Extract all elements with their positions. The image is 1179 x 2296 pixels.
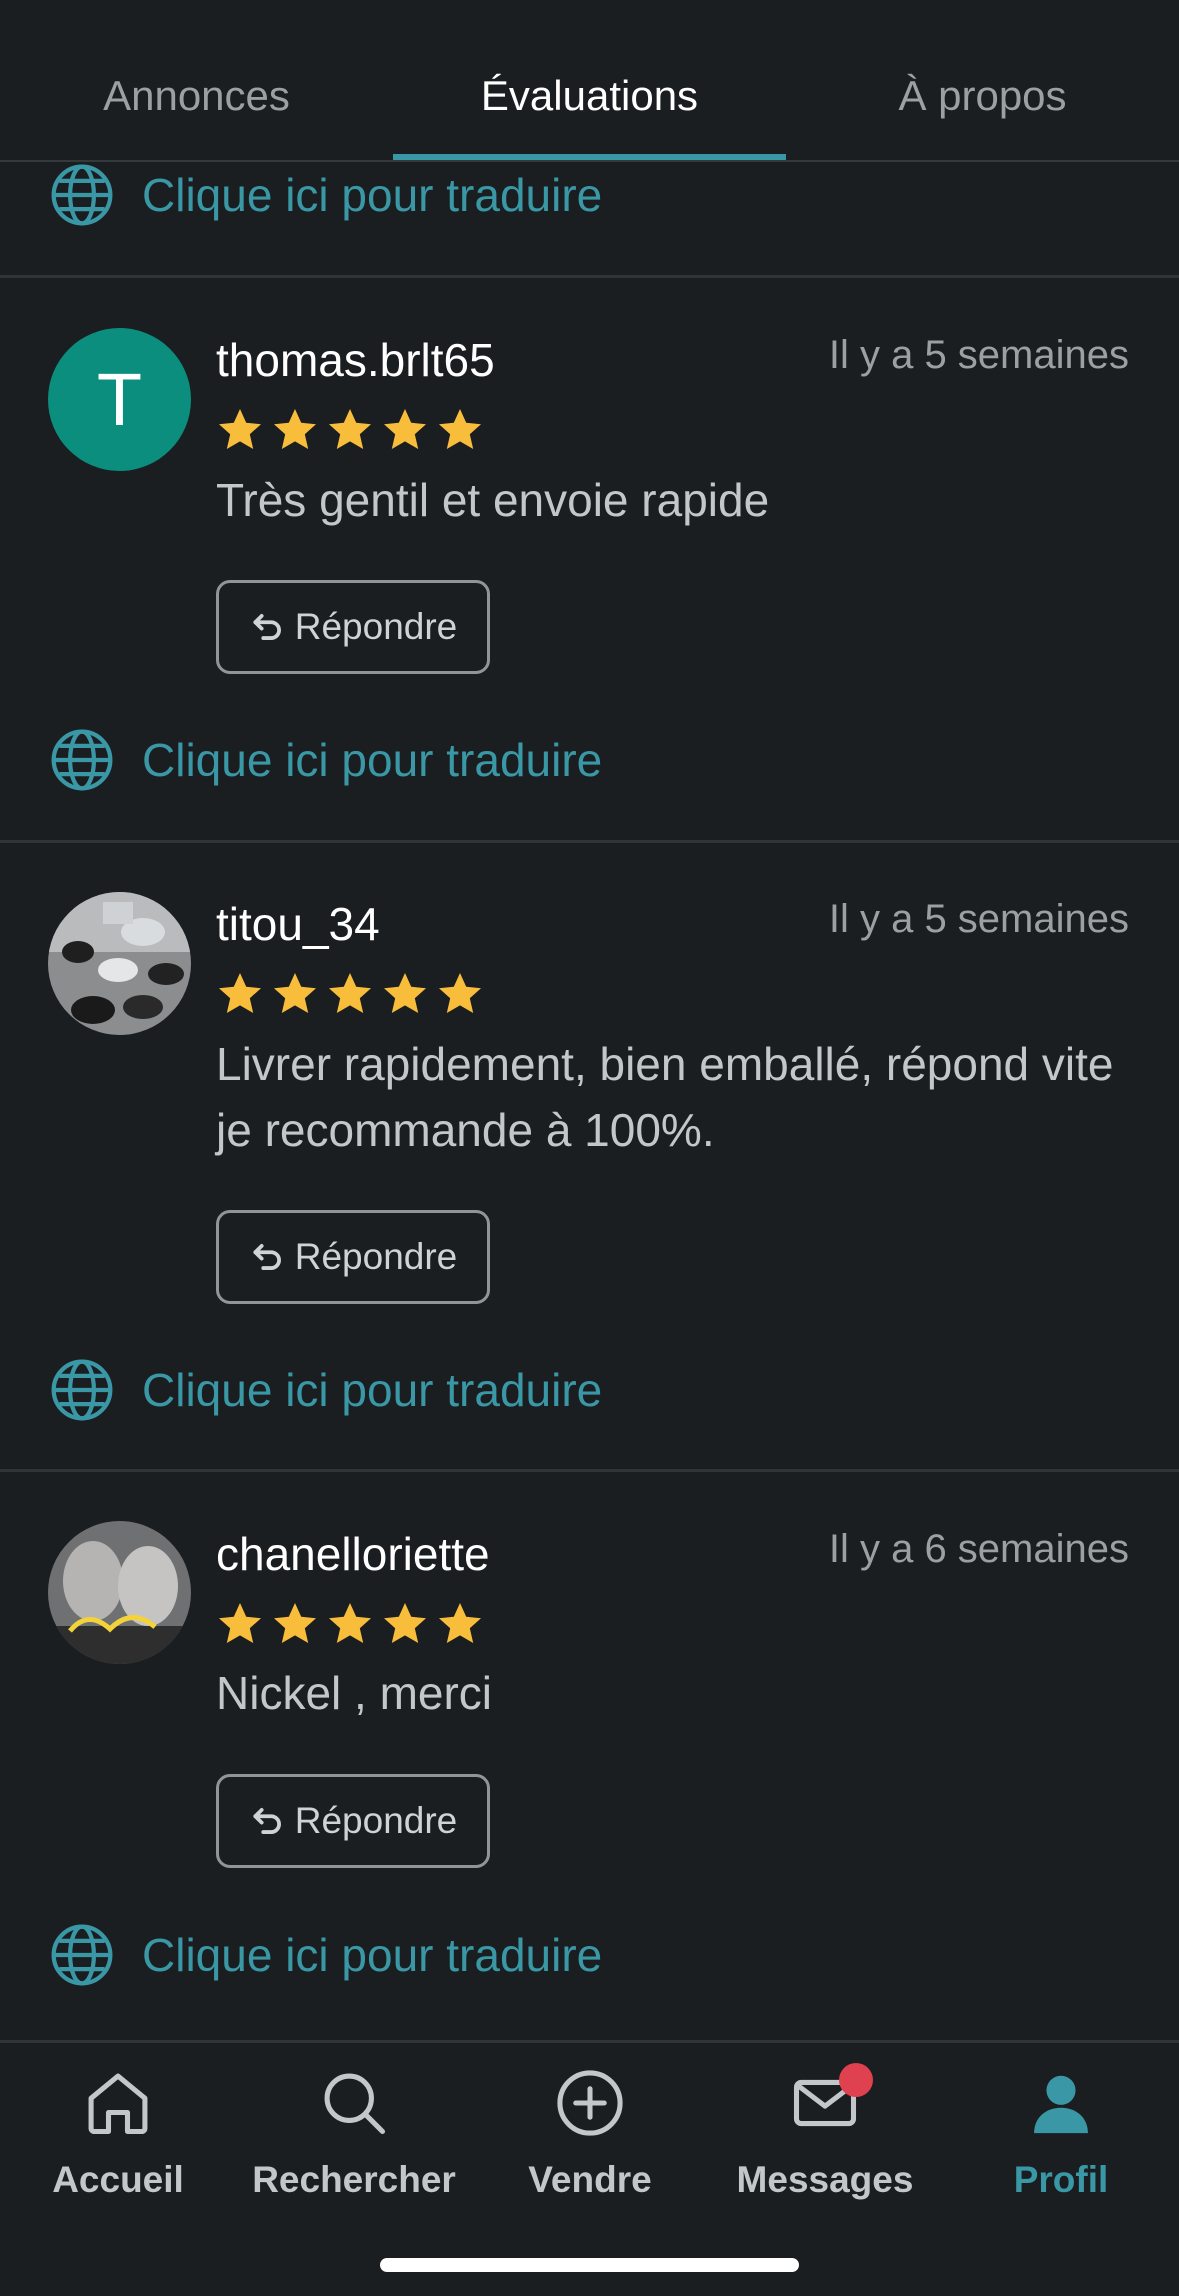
star-icon <box>219 973 261 1013</box>
avatar-photo <box>48 892 191 1035</box>
translate-label: Clique ici pour traduire <box>142 169 603 221</box>
tab-evaluations[interactable]: Évaluations <box>393 72 786 120</box>
star-icon <box>274 973 316 1013</box>
star-icon <box>219 409 261 449</box>
avatar[interactable] <box>48 1521 191 1664</box>
reply-icon <box>253 1808 281 1834</box>
star-icon <box>219 1603 261 1643</box>
avatar[interactable] <box>48 892 191 1035</box>
translate-link[interactable]: Clique ici pour traduire <box>48 1920 602 1990</box>
nav-label: Vendre <box>528 2159 652 2200</box>
review-comment: Nickel , merci <box>216 1667 493 1719</box>
star-icon <box>384 409 426 449</box>
nav-label: Rechercher <box>252 2159 456 2200</box>
globe-icon <box>51 1924 113 1986</box>
home-indicator <box>380 2258 799 2272</box>
star-icon <box>439 1603 481 1643</box>
reply-label: Répondre <box>294 1236 458 1277</box>
star-icon <box>274 1603 316 1643</box>
review-divider <box>0 840 1179 843</box>
nav-label: Accueil <box>52 2159 184 2200</box>
star-icon <box>439 409 481 449</box>
translate-label: Clique ici pour traduire <box>142 1364 603 1416</box>
star-rating <box>216 970 484 1018</box>
star-icon <box>329 973 371 1013</box>
profile-icon <box>1034 2075 1088 2134</box>
review-date: Il y a 6 semaines <box>828 1527 1129 1571</box>
star-icon <box>274 409 316 449</box>
nav-messages[interactable]: Messages <box>707 2063 943 2201</box>
translate-label: Clique ici pour traduire <box>142 734 603 786</box>
star-icon <box>384 973 426 1013</box>
review-divider <box>0 275 1179 278</box>
star-icon <box>329 409 371 449</box>
tab-a-propos[interactable]: À propos <box>786 72 1179 120</box>
nav-profil[interactable]: Profil <box>943 2065 1179 2201</box>
tab-bar: Annonces Évaluations À propos <box>0 0 1179 162</box>
globe-icon <box>51 164 113 226</box>
reply-button[interactable]: Répondre <box>216 1774 490 1868</box>
star-icon <box>439 973 481 1013</box>
review-username[interactable]: titou_34 <box>216 897 380 951</box>
star-icon <box>384 1603 426 1643</box>
review-date: Il y a 5 semaines <box>828 897 1129 941</box>
translate-link[interactable]: Clique ici pour traduire <box>48 160 602 230</box>
star-icon <box>329 1603 371 1643</box>
star-rating <box>216 406 484 454</box>
reply-label: Répondre <box>294 606 458 647</box>
notification-badge <box>839 2063 873 2097</box>
globe-icon <box>51 729 113 791</box>
reply-button[interactable]: Répondre <box>216 1210 490 1304</box>
search-icon <box>324 2073 386 2135</box>
translate-label: Clique ici pour traduire <box>142 1929 603 1981</box>
tab-annonces[interactable]: Annonces <box>0 72 393 120</box>
nav-vendre[interactable]: Vendre <box>472 2065 708 2201</box>
review-comment: Livrer rapidement, bien emballé, répond … <box>216 1038 1114 1156</box>
nav-accueil[interactable]: Accueil <box>0 2065 236 2201</box>
reply-button[interactable]: Répondre <box>216 580 490 674</box>
nav-rechercher[interactable]: Rechercher <box>236 2065 472 2201</box>
star-rating <box>216 1600 484 1648</box>
plus-circle-icon <box>557 2070 623 2136</box>
review-username[interactable]: thomas.brlt65 <box>216 333 495 387</box>
review-username[interactable]: chanelloriette <box>216 1527 490 1581</box>
review-divider <box>0 1469 1179 1472</box>
home-icon <box>88 2073 148 2135</box>
translate-link[interactable]: Clique ici pour traduire <box>48 725 602 795</box>
review-date: Il y a 5 semaines <box>828 333 1129 377</box>
reply-label: Répondre <box>294 1800 458 1841</box>
globe-icon <box>51 1359 113 1421</box>
nav-label: Profil <box>1013 2159 1109 2200</box>
avatar-photo <box>48 1521 191 1664</box>
reply-icon <box>253 1244 281 1270</box>
avatar[interactable]: T <box>48 328 191 471</box>
reply-icon <box>253 614 281 640</box>
translate-link[interactable]: Clique ici pour traduire <box>48 1355 602 1425</box>
nav-label: Messages <box>736 2159 914 2200</box>
review-comment: Très gentil et envoie rapide <box>216 474 770 526</box>
